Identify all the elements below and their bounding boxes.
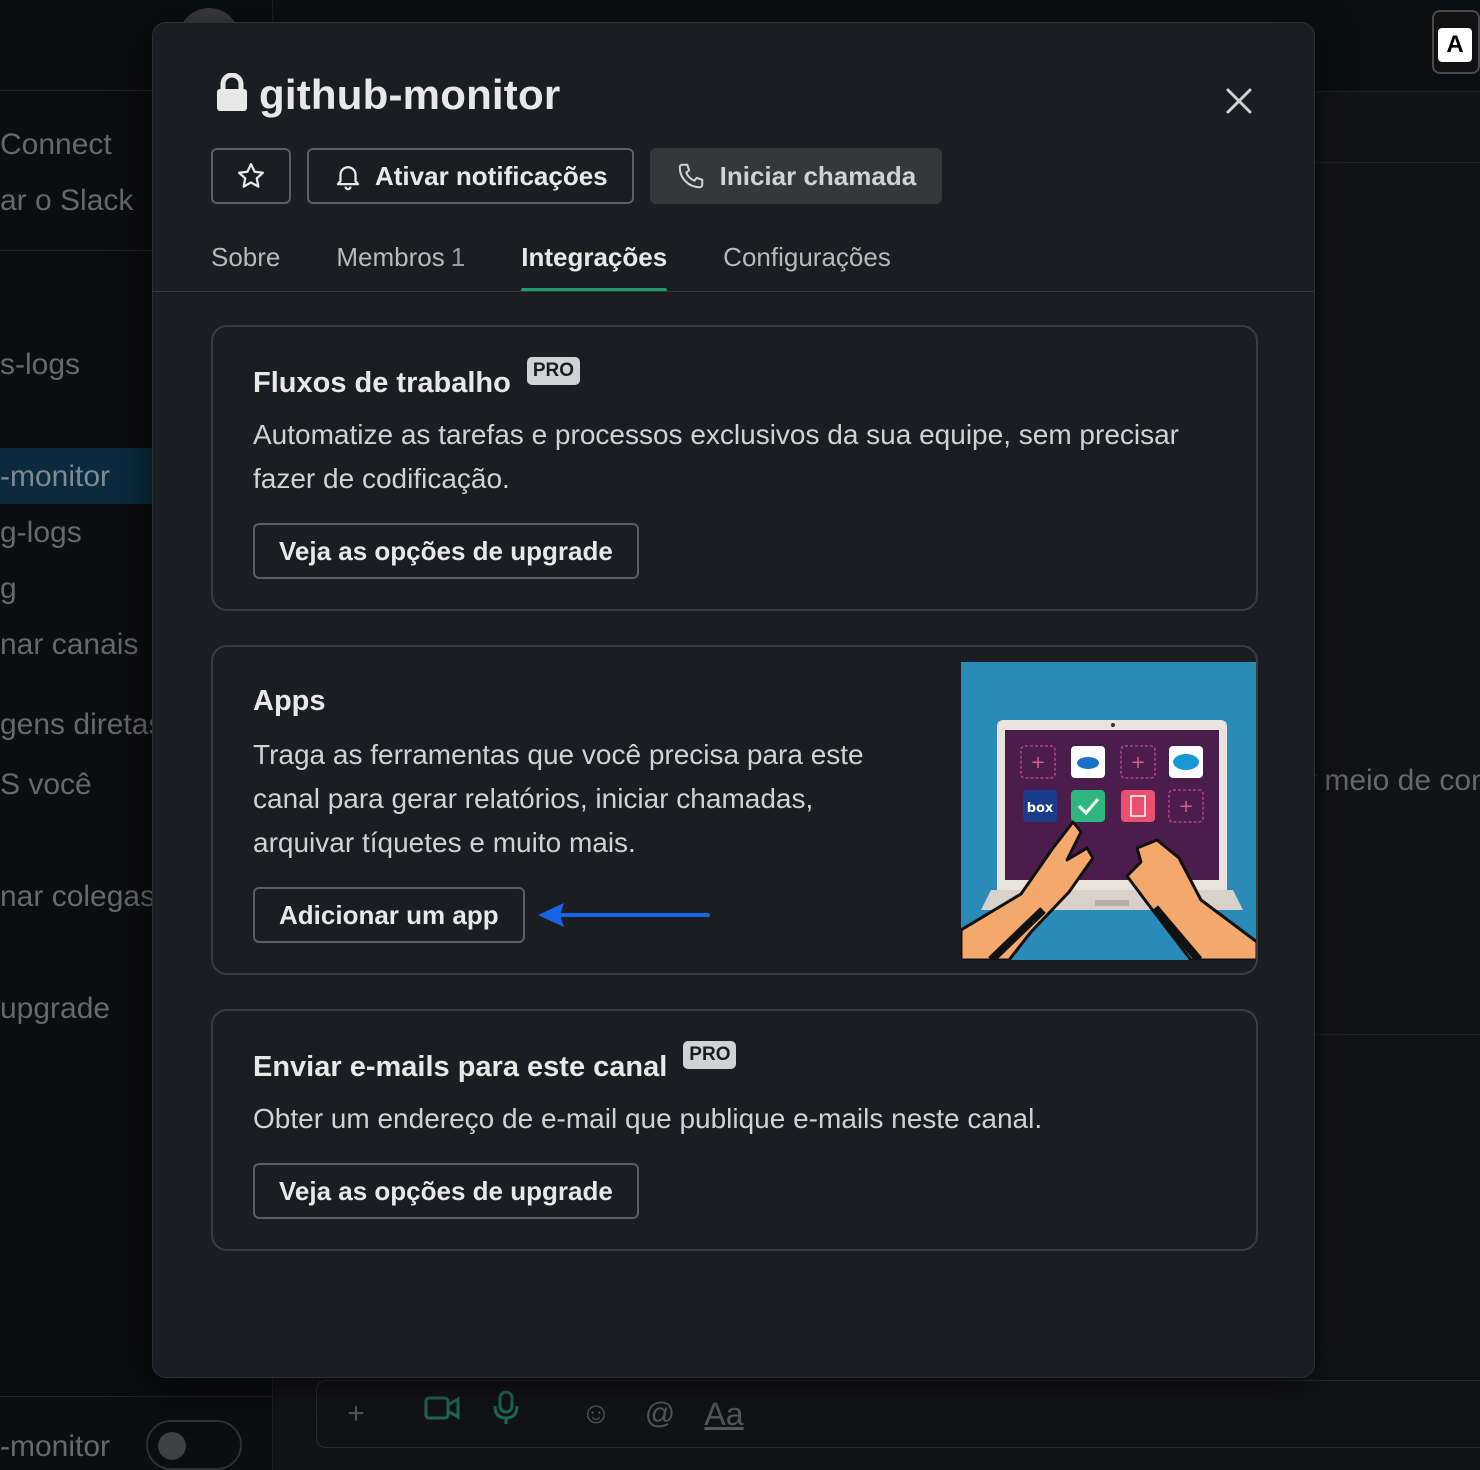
tab-members[interactable]: Membros 1 bbox=[336, 237, 465, 292]
star-button[interactable] bbox=[211, 148, 291, 204]
workflows-card: Fluxos de trabalho PRO Automatize as tar… bbox=[211, 325, 1258, 611]
svg-text:+: + bbox=[1178, 796, 1193, 817]
svg-text:box: box bbox=[1027, 801, 1054, 816]
video-icon bbox=[418, 1390, 466, 1438]
apps-card: Apps Traga as ferramentas que você preci… bbox=[211, 645, 1258, 975]
background-sidebar-item: -monitor bbox=[0, 460, 111, 493]
pro-badge: PRO bbox=[683, 1041, 737, 1069]
email-upgrade-button[interactable]: Veja as opções de upgrade bbox=[253, 1163, 639, 1219]
modal-header: github-monitor bbox=[215, 71, 560, 119]
tab-settings[interactable]: Configurações bbox=[723, 237, 891, 292]
add-app-button[interactable]: Adicionar um app bbox=[253, 887, 525, 943]
tab-integrations[interactable]: Integrações bbox=[521, 237, 667, 292]
notifications-label: Ativar notificações bbox=[375, 160, 608, 191]
close-icon bbox=[1226, 88, 1252, 114]
apps-description: Traga as ferramentas que você precisa pa… bbox=[253, 739, 864, 858]
notifications-button[interactable]: Ativar notificações bbox=[307, 148, 634, 204]
microphone-icon bbox=[482, 1390, 530, 1438]
tabs-divider bbox=[153, 291, 1314, 292]
background-footer-channel: -monitor bbox=[0, 1430, 111, 1463]
members-count: 1 bbox=[450, 242, 466, 272]
plus-icon: + bbox=[347, 1397, 365, 1430]
modal-tabs: Sobre Membros 1 Integrações Configurações bbox=[211, 237, 891, 292]
channel-title: github-monitor bbox=[259, 71, 561, 118]
background-divider bbox=[1315, 162, 1480, 163]
close-button[interactable] bbox=[1219, 81, 1259, 121]
background-sidebar-item: nar canais bbox=[0, 628, 139, 661]
svg-text:+: + bbox=[1030, 752, 1045, 773]
background-sidebar-item: ar o Slack bbox=[0, 184, 134, 217]
bell-icon bbox=[336, 166, 360, 191]
background-sidebar-item: g-logs bbox=[0, 516, 82, 549]
background-sidebar-item: Connect bbox=[0, 128, 112, 161]
background-sidebar-item: gens diretas bbox=[0, 708, 164, 741]
start-call-button[interactable]: Iniciar chamada bbox=[649, 148, 943, 204]
star-icon bbox=[238, 163, 264, 188]
background-divider bbox=[1315, 1034, 1480, 1035]
mention-icon: @ bbox=[644, 1397, 676, 1430]
lock-icon bbox=[215, 72, 249, 118]
annotation-arrow-icon bbox=[538, 903, 710, 927]
background-sidebar-item: upgrade bbox=[0, 992, 111, 1025]
email-description: Obter um endereço de e-mail que publique… bbox=[253, 1103, 1043, 1134]
email-card: Enviar e-mails para este canal PRO Obter… bbox=[211, 1009, 1258, 1251]
apps-title: Apps bbox=[253, 685, 326, 717]
workflows-title: Fluxos de trabalho PRO bbox=[253, 357, 581, 400]
background-sidebar-item: S você bbox=[0, 768, 92, 801]
pro-badge: PRO bbox=[526, 357, 581, 385]
formatting-icon: Aa bbox=[704, 1396, 744, 1432]
background-workspace-logo: A bbox=[1432, 10, 1480, 74]
start-call-label: Iniciar chamada bbox=[719, 160, 917, 191]
phone-icon bbox=[678, 163, 703, 189]
emoji-icon: ☺ bbox=[580, 1397, 612, 1430]
channel-actions: Ativar notificações Iniciar chamada bbox=[211, 148, 943, 204]
background-sidebar-item: nar colegas bbox=[0, 880, 156, 913]
workflows-description: Automatize as tarefas e processos exclus… bbox=[253, 419, 1180, 494]
background-main-text: r meio de con bbox=[1306, 764, 1480, 797]
svg-text:+: + bbox=[1130, 752, 1145, 773]
tab-about[interactable]: Sobre bbox=[211, 237, 280, 292]
channel-details-modal: github-monitor Ativar notificações Inici… bbox=[152, 22, 1315, 1378]
background-huddle-toggle bbox=[146, 1420, 242, 1470]
background-sidebar-item: s-logs bbox=[0, 348, 81, 381]
apps-illustration: + + box + bbox=[961, 662, 1256, 960]
background-sidebar-item: g bbox=[0, 572, 17, 605]
workflows-upgrade-button[interactable]: Veja as opções de upgrade bbox=[253, 523, 639, 579]
email-title: Enviar e-mails para este canal PRO bbox=[253, 1041, 737, 1084]
